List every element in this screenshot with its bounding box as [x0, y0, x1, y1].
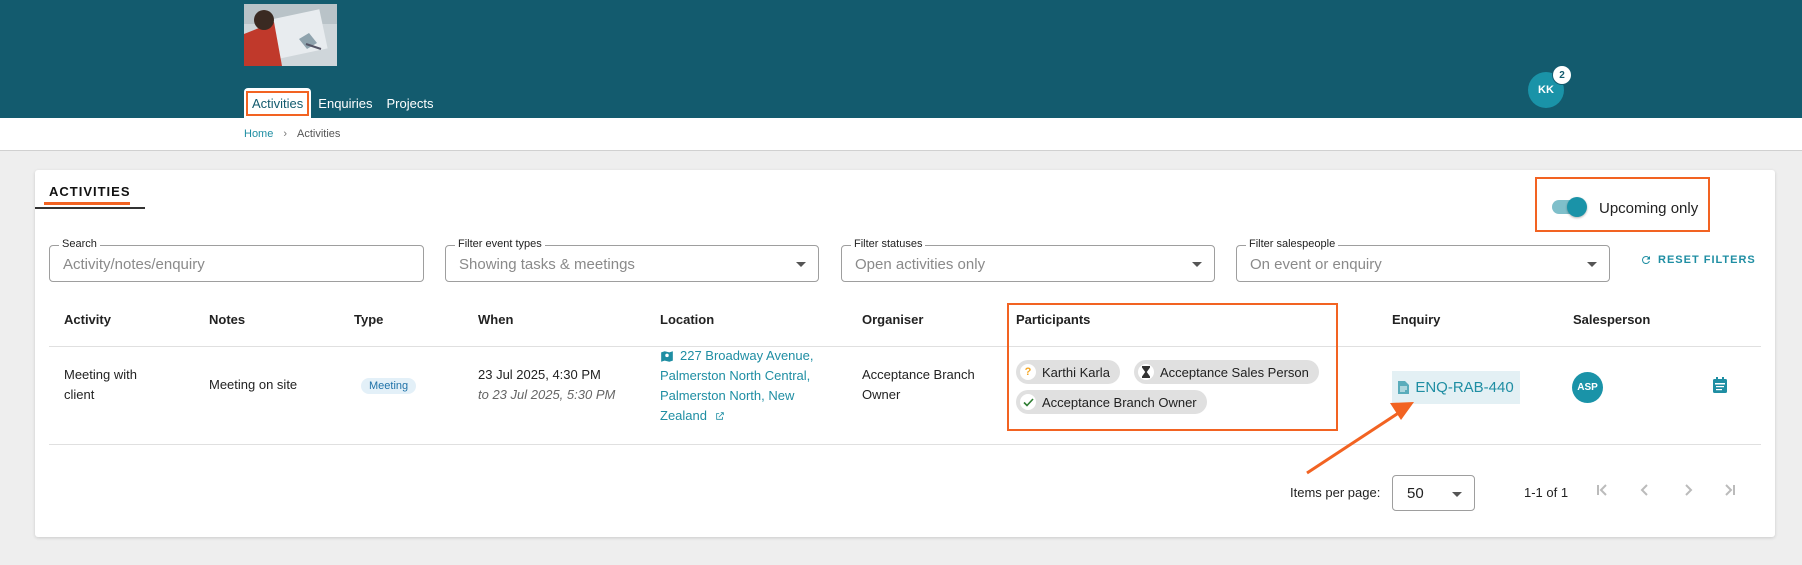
last-page-icon[interactable]: [1723, 483, 1737, 502]
activity-line: client: [64, 387, 95, 402]
breadcrumb-separator: ›: [283, 128, 288, 140]
search-label: Search: [59, 238, 100, 250]
search-input[interactable]: Search Activity/notes/enquiry: [49, 238, 424, 282]
col-header-notes[interactable]: Notes: [209, 312, 245, 327]
document-icon: [1398, 381, 1410, 394]
first-page-icon[interactable]: [1595, 483, 1609, 502]
participant-chip: Acceptance Branch Owner: [1016, 390, 1207, 414]
salespeople-filter-label: Filter salespeople: [1246, 238, 1339, 250]
previous-page-icon[interactable]: [1638, 483, 1652, 502]
row-divider: [49, 444, 1761, 445]
check-icon: [1020, 394, 1036, 410]
participant-chip: ? Karthi Karla: [1016, 360, 1120, 384]
refresh-icon: [1642, 256, 1650, 264]
items-per-page-select[interactable]: 50: [1392, 475, 1475, 511]
breadcrumb: Home › Activities: [244, 128, 340, 140]
location-line: 227 Broadway Avenue,: [680, 348, 814, 363]
main-nav: Activities Enquiries Projects: [244, 88, 440, 118]
enquiry-link[interactable]: ENQ-RAB-440: [1392, 371, 1520, 404]
brand-logo-image: [244, 4, 337, 66]
breadcrumb-current: Activities: [297, 128, 341, 140]
hourglass-icon: [1138, 364, 1154, 380]
pagination-range: 1-1 of 1: [1524, 485, 1569, 500]
event-type-filter-value: Showing tasks & meetings: [459, 256, 635, 273]
when-end: to 23 Jul 2025, 5:30 PM: [478, 387, 616, 402]
app-header: Activities Enquiries Projects KK 2: [0, 0, 1802, 118]
reset-filters-button[interactable]: RESET FILTERS: [1640, 254, 1756, 266]
question-icon: ?: [1020, 364, 1036, 380]
type-chip: Meeting: [361, 378, 417, 394]
cell-organiser: Acceptance Branch Owner: [862, 365, 975, 405]
breadcrumb-bar: Home › Activities: [0, 118, 1802, 151]
location-link[interactable]: 227 Broadway Avenue, Palmerston North Ce…: [660, 346, 813, 426]
nav-tab-activities[interactable]: Activities: [244, 88, 312, 118]
organiser-line: Owner: [862, 387, 901, 402]
location-line: Palmerston North Central,: [660, 368, 811, 383]
cell-activity: Meeting with client: [64, 365, 137, 405]
caret-down-icon: [1452, 492, 1462, 497]
col-header-activity[interactable]: Activity: [64, 312, 111, 327]
salespeople-filter-value: On event or enquiry: [1250, 256, 1382, 273]
header-divider: [49, 346, 1761, 347]
caret-down-icon: [796, 262, 806, 267]
enquiry-label: ENQ-RAB-440: [1415, 379, 1514, 396]
nav-tab-enquiries[interactable]: Enquiries: [311, 88, 379, 118]
status-filter-label: Filter statuses: [851, 238, 926, 250]
location-line: Palmerston North, New: [660, 388, 795, 403]
when-start: 23 Jul 2025, 4:30 PM: [478, 367, 601, 382]
search-placeholder: Activity/notes/enquiry: [63, 256, 205, 273]
participant-name: Acceptance Sales Person: [1160, 364, 1309, 380]
col-header-type[interactable]: Type: [354, 312, 383, 327]
title-divider: [35, 207, 145, 209]
status-filter-value: Open activities only: [855, 256, 986, 273]
activity-line: Meeting with: [64, 367, 137, 382]
participant-name: Acceptance Branch Owner: [1042, 394, 1197, 410]
event-type-filter-label: Filter event types: [455, 238, 545, 250]
caret-down-icon: [1192, 262, 1202, 267]
location-line: Zealand: [660, 408, 707, 423]
col-header-location[interactable]: Location: [660, 312, 714, 327]
upcoming-toggle-knob[interactable]: [1567, 197, 1587, 217]
reset-filters-label: RESET FILTERS: [1658, 254, 1756, 266]
col-header-organiser[interactable]: Organiser: [862, 312, 923, 327]
items-per-page-label: Items per page:: [1290, 485, 1381, 500]
nav-tab-label: Activities: [246, 90, 310, 116]
salesperson-avatar[interactable]: ASP: [1572, 372, 1603, 403]
cell-when: 23 Jul 2025, 4:30 PM to 23 Jul 2025, 5:3…: [478, 365, 615, 405]
map-icon: [661, 350, 673, 362]
col-header-enquiry[interactable]: Enquiry: [1392, 312, 1440, 327]
participant-chip: Acceptance Sales Person: [1134, 360, 1319, 384]
external-link-icon: [716, 412, 724, 420]
notification-badge: 2: [1553, 66, 1571, 84]
cell-notes: Meeting on site: [209, 377, 298, 392]
participant-name: Karthi Karla: [1042, 364, 1110, 380]
nav-tab-projects[interactable]: Projects: [380, 88, 441, 118]
caret-down-icon: [1587, 262, 1597, 267]
col-header-when[interactable]: When: [478, 312, 513, 327]
activities-card: ACTIVITIES Upcoming only Search Activity…: [35, 170, 1775, 537]
upcoming-toggle-label: Upcoming only: [1599, 200, 1699, 217]
event-type-filter[interactable]: Filter event types Showing tasks & meeti…: [445, 238, 819, 282]
next-page-icon[interactable]: [1681, 483, 1695, 502]
status-filter[interactable]: Filter statuses Open activities only: [841, 238, 1215, 282]
salespeople-filter[interactable]: Filter salespeople On event or enquiry: [1236, 238, 1610, 282]
calendar-icon[interactable]: [1713, 377, 1727, 398]
title-highlight-underline: [44, 202, 130, 205]
breadcrumb-home-link[interactable]: Home: [244, 128, 273, 140]
card-title: ACTIVITIES: [49, 184, 131, 199]
items-per-page-value: 50: [1407, 485, 1424, 502]
organiser-line: Acceptance Branch: [862, 367, 975, 382]
col-header-salesperson[interactable]: Salesperson: [1573, 312, 1650, 327]
